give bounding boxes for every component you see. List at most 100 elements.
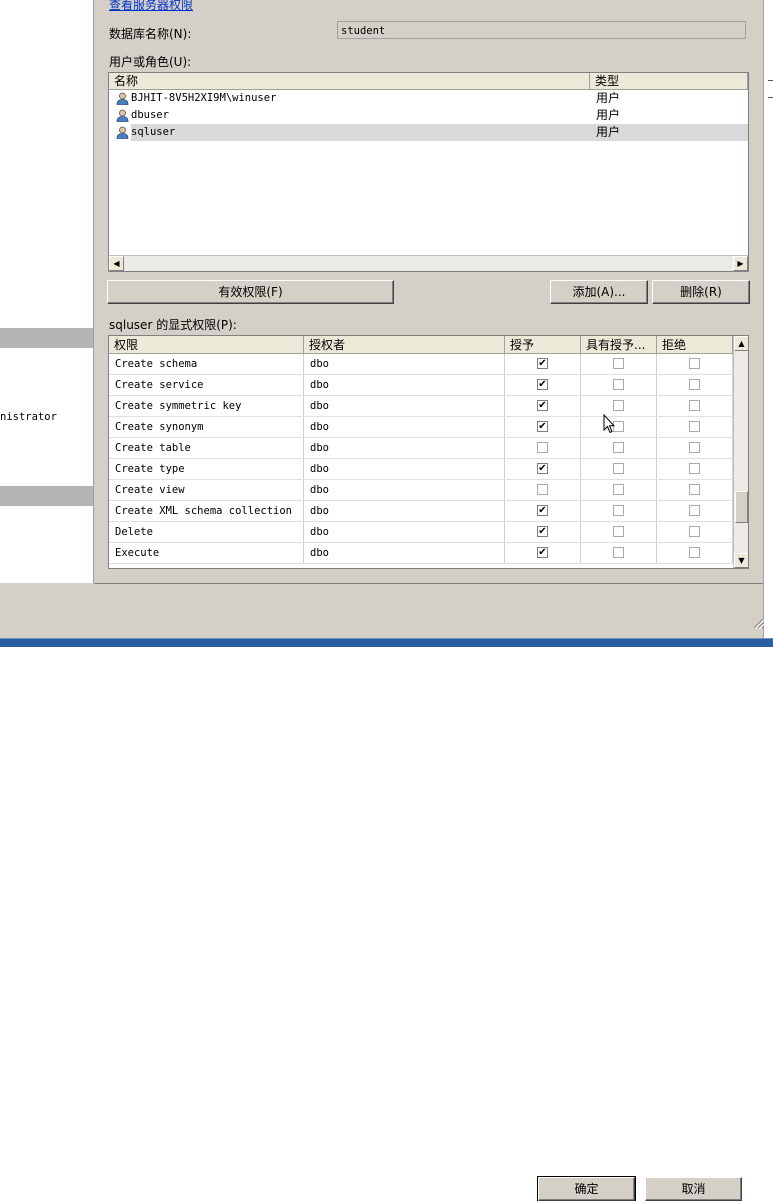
cancel-button[interactable]: 取消	[645, 1177, 742, 1201]
permission-row: Create XML schema collection dbo	[109, 501, 733, 522]
scroll-down-icon[interactable]: ▼	[734, 553, 748, 568]
perm-column-header-with-grant[interactable]: 具有授予...	[581, 336, 657, 354]
user-name-cell: dbuser	[131, 109, 169, 121]
grant-checkbox[interactable]	[537, 463, 548, 474]
user-row[interactable]: sqluser 用户	[109, 124, 748, 141]
permission-name-cell: Execute	[109, 543, 304, 563]
deny-checkbox[interactable]	[689, 442, 700, 453]
permissions-grid[interactable]: 权限 授权者 授予 具有授予... 拒绝 Create schemadboCre…	[108, 335, 749, 569]
with-grant-checkbox[interactable]	[613, 400, 624, 411]
permission-row: Create view dbo	[109, 480, 733, 501]
permission-name-cell: Create XML schema collection	[109, 501, 304, 521]
view-server-permissions-link[interactable]: 查看服务器权限	[109, 0, 193, 13]
grant-checkbox[interactable]	[537, 505, 548, 516]
permission-row: Create type dbo	[109, 459, 733, 480]
grantor-cell: dbo	[304, 543, 505, 563]
database-name-field: student	[337, 21, 746, 39]
users-column-header-type[interactable]: 类型	[590, 73, 748, 90]
grantor-cell: dbo	[304, 417, 505, 437]
deny-checkbox[interactable]	[689, 526, 700, 537]
users-list[interactable]: 名称 类型 BJHIT-8V5H2XI9M\winuser 用户 dbuser 用户 s…	[108, 72, 749, 272]
deny-checkbox[interactable]	[689, 379, 700, 390]
users-or-roles-label: 用户或角色(U):	[109, 55, 192, 69]
left-pane-owner-text: nistrator	[0, 411, 57, 423]
resize-grip-icon[interactable]	[752, 617, 764, 629]
grant-checkbox[interactable]	[537, 400, 548, 411]
grantor-cell: dbo	[304, 396, 505, 416]
grant-checkbox[interactable]	[537, 379, 548, 390]
deny-checkbox[interactable]	[689, 505, 700, 516]
permission-row: Create symmetric key dbo	[109, 396, 733, 417]
scroll-up-icon[interactable]: ▲	[734, 336, 748, 351]
with-grant-checkbox[interactable]	[613, 484, 624, 495]
grant-checkbox[interactable]	[537, 358, 548, 369]
scrollbar-thumb[interactable]	[735, 491, 748, 523]
permission-row: Execute dbo	[109, 543, 733, 564]
grant-checkbox[interactable]	[537, 484, 548, 495]
deny-checkbox[interactable]	[689, 547, 700, 558]
right-edge-strip	[763, 0, 773, 646]
deny-checkbox[interactable]	[689, 358, 700, 369]
grant-checkbox[interactable]	[537, 547, 548, 558]
perm-column-header-grantor[interactable]: 授权者	[304, 336, 505, 354]
permission-name-cell: Create schema	[109, 354, 304, 374]
dialog-footer: 确定 取消	[94, 584, 763, 1201]
edge-tick	[768, 80, 773, 81]
with-grant-checkbox[interactable]	[613, 463, 624, 474]
with-grant-checkbox[interactable]	[613, 547, 624, 558]
grantor-cell: dbo	[304, 375, 505, 395]
add-button[interactable]: 添加(A)...	[550, 280, 648, 304]
user-row[interactable]: dbuser 用户	[109, 107, 748, 124]
user-type-cell: 用户	[596, 91, 621, 105]
permission-row: Create service dbo	[109, 375, 733, 396]
user-name-cell: sqluser	[131, 124, 590, 141]
permission-name-cell: Create service	[109, 375, 304, 395]
permissions-vertical-scrollbar[interactable]: ▲ ▼	[733, 336, 748, 568]
deny-checkbox[interactable]	[689, 484, 700, 495]
ok-button[interactable]: 确定	[537, 1176, 636, 1201]
users-horizontal-scrollbar[interactable]: ◀ ▶	[109, 255, 748, 271]
permission-name-cell: Create synonym	[109, 417, 304, 437]
deny-checkbox[interactable]	[689, 463, 700, 474]
scroll-left-icon[interactable]: ◀	[109, 256, 124, 271]
users-column-header-name[interactable]: 名称	[109, 73, 590, 90]
user-type-cell: 用户	[596, 108, 621, 122]
permission-name-cell: Create table	[109, 438, 304, 458]
grantor-cell: dbo	[304, 501, 505, 521]
grant-checkbox[interactable]	[537, 442, 548, 453]
user-type-cell: 用户	[590, 124, 748, 141]
left-navigation-pane: nistrator	[0, 0, 94, 583]
explicit-permissions-label: sqluser 的显式权限(P):	[109, 318, 237, 332]
permissions-page: 查看服务器权限 数据库名称(N): student 用户或角色(U): 名称 类…	[94, 0, 763, 583]
left-pane-section-bar	[0, 328, 93, 348]
permission-row: Delete dbo	[109, 522, 733, 543]
grant-checkbox[interactable]	[537, 421, 548, 432]
perm-column-header-deny[interactable]: 拒绝	[657, 336, 733, 354]
user-icon	[116, 92, 129, 105]
effective-permissions-button[interactable]: 有效权限(F)	[107, 280, 394, 304]
with-grant-checkbox[interactable]	[613, 526, 624, 537]
user-icon	[116, 109, 129, 122]
with-grant-checkbox[interactable]	[613, 358, 624, 369]
grant-checkbox[interactable]	[537, 526, 548, 537]
left-bottom-strip	[0, 583, 94, 638]
with-grant-checkbox[interactable]	[613, 379, 624, 390]
database-name-label: 数据库名称(N):	[109, 27, 192, 41]
perm-column-header-grant[interactable]: 授予	[505, 336, 581, 354]
grantor-cell: dbo	[304, 480, 505, 500]
remove-button[interactable]: 删除(R)	[652, 280, 750, 304]
with-grant-checkbox[interactable]	[613, 442, 624, 453]
left-pane-section-bar	[0, 486, 93, 506]
permission-name-cell: Create view	[109, 480, 304, 500]
deny-checkbox[interactable]	[689, 421, 700, 432]
user-name-cell: BJHIT-8V5H2XI9M\winuser	[131, 92, 277, 104]
permission-name-cell: Create symmetric key	[109, 396, 304, 416]
scroll-right-icon[interactable]: ▶	[733, 256, 748, 271]
with-grant-checkbox[interactable]	[613, 505, 624, 516]
user-row[interactable]: BJHIT-8V5H2XI9M\winuser 用户	[109, 90, 748, 107]
perm-column-header-permission[interactable]: 权限	[109, 336, 304, 354]
permission-row: Create synonym dbo	[109, 417, 733, 438]
deny-checkbox[interactable]	[689, 400, 700, 411]
grantor-cell: dbo	[304, 459, 505, 479]
permission-row: Create schema dbo	[109, 354, 733, 375]
